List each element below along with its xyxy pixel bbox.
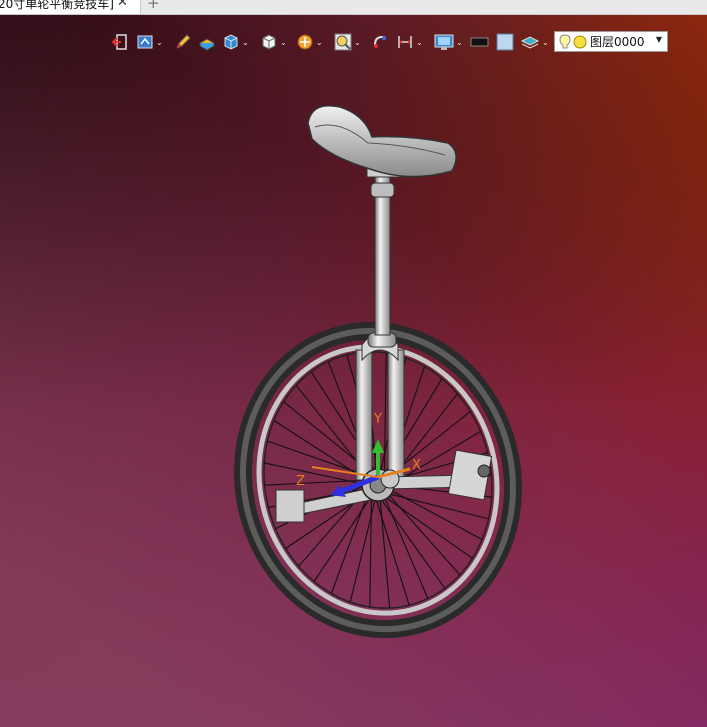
zoom-button[interactable]: ⌄ <box>334 32 361 52</box>
cube-display-button[interactable]: ⌄ <box>222 32 249 52</box>
view-orientation-button[interactable]: ⌄ <box>136 32 163 52</box>
exit-sketch-button[interactable] <box>112 32 128 52</box>
chevron-down-icon: ⌄ <box>456 37 463 47</box>
layers-button[interactable]: ⌄ <box>520 32 549 52</box>
layer-color-dot-icon <box>573 35 587 48</box>
spoke <box>383 352 387 478</box>
background-light-button[interactable] <box>496 32 514 52</box>
dimension-icon <box>398 36 412 48</box>
chevron-down-icon: ⌄ <box>354 37 361 47</box>
exit-sketch-icon <box>112 34 127 50</box>
cube-view-button[interactable]: ⌄ <box>260 32 287 52</box>
layer-selector[interactable]: 图层0000 ▼ <box>554 31 668 52</box>
cube-display-icon <box>224 34 238 50</box>
view-toolbar: ⌄ ⌄ ⌄ ⌄ ⌄ ⌄ ⌄ ⌄ 图层0000 ▼ <box>110 30 670 54</box>
snap-button[interactable] <box>372 32 388 52</box>
triad-y-label: Y <box>373 412 382 427</box>
background-black-button[interactable] <box>470 32 490 52</box>
triad-x-label: X <box>412 458 421 473</box>
monitor-button[interactable]: ⌄ <box>434 32 463 52</box>
unicycle-model[interactable]: X Z Y <box>0 15 707 727</box>
cube-view-icon <box>262 34 276 50</box>
spoke <box>369 492 373 608</box>
chevron-down-icon: ⌄ <box>542 37 549 47</box>
layers-box-button[interactable] <box>198 32 216 52</box>
chevron-down-icon: ⌄ <box>280 37 287 47</box>
spoke <box>385 491 461 576</box>
spoke <box>374 494 410 606</box>
render-mode-icon <box>297 34 313 50</box>
chevron-down-icon: ⌄ <box>316 37 323 47</box>
chevron-down-icon: ⌄ <box>242 37 249 47</box>
chevron-down-icon: ⌄ <box>156 37 163 47</box>
close-tab-icon[interactable]: ✕ <box>117 0 128 10</box>
lightbulb-icon <box>559 33 571 48</box>
spoke <box>349 494 377 603</box>
snap-icon <box>374 36 386 48</box>
3d-viewport[interactable]: X Z Y ⌄ ⌄ ⌄ ⌄ ⌄ ⌄ ⌄ ⌄ 图层0000 ▼ <box>0 15 707 727</box>
box-layers-icon <box>198 38 216 51</box>
spoke <box>382 493 429 599</box>
chevron-down-icon: ⌄ <box>416 37 423 47</box>
spoke <box>377 494 446 589</box>
spoke <box>379 494 391 609</box>
dropdown-arrow-icon: ▼ <box>655 35 662 44</box>
layers-stack-icon <box>520 36 540 49</box>
layer-selector-value: 图层0000 <box>590 35 645 49</box>
sketch-pencil-button[interactable] <box>174 32 192 52</box>
seat-post <box>366 164 408 336</box>
document-tab[interactable]: 20寸单轮平衡竞技车] ✕ <box>0 0 141 14</box>
triad-z-label: Z <box>296 474 305 489</box>
pencil-icon <box>176 34 191 49</box>
document-tab-title: 20寸单轮平衡竞技车] <box>0 0 114 11</box>
monitor-icon <box>434 34 454 50</box>
view-orientation-icon <box>137 35 153 49</box>
dimension-button[interactable]: ⌄ <box>396 32 423 52</box>
add-tab-button[interactable]: + <box>147 0 160 12</box>
light-square-icon <box>496 33 514 51</box>
black-rect-icon <box>470 37 489 47</box>
document-tab-bar: 20寸单轮平衡竞技车] ✕ + <box>0 0 707 15</box>
render-mode-button[interactable]: ⌄ <box>296 32 323 52</box>
seat <box>307 105 457 178</box>
zoom-icon <box>334 33 352 51</box>
